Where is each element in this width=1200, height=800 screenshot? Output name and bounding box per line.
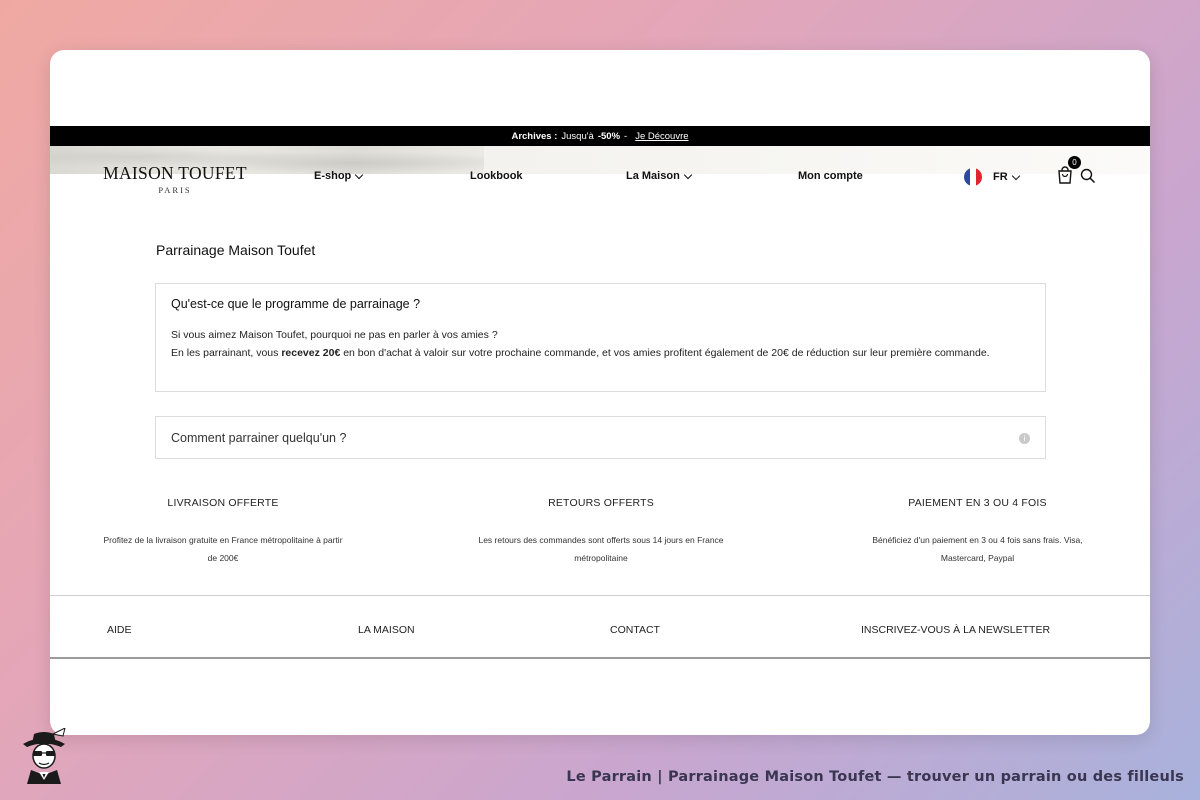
footer-divider xyxy=(50,595,1150,596)
page-caption: Le Parrain | Parrainage Maison Toufet — … xyxy=(566,769,1184,785)
footer-link-la-maison[interactable]: LA MAISON xyxy=(358,624,415,636)
announcement-discount: -50% xyxy=(597,130,621,142)
footer-bottom-divider xyxy=(50,657,1150,659)
faq-question: Comment parrainer quelqu'un ? xyxy=(171,431,347,445)
nav-label: Lookbook xyxy=(470,170,523,182)
nav-label: E-shop xyxy=(314,170,352,182)
nav-label: La Maison xyxy=(626,170,680,182)
feature-description: Les retours des commandes sont offerts s… xyxy=(478,535,724,563)
shopping-bag-icon[interactable] xyxy=(1057,166,1073,184)
nav-la-maison[interactable]: La Maison xyxy=(626,170,693,182)
logo-city: PARIS xyxy=(158,185,192,195)
feature-title: RETOURS OFFERTS xyxy=(548,497,654,509)
feature-title: LIVRAISON OFFERTE xyxy=(167,497,279,509)
language-selector[interactable]: FR xyxy=(964,168,1020,186)
chevron-down-icon xyxy=(1011,171,1020,180)
feature-description: Bénéficiez d'un paiement en 3 ou 4 fois … xyxy=(872,535,1083,563)
footer-link-newsletter[interactable]: INSCRIVEZ-VOUS À LA NEWSLETTER xyxy=(861,624,1050,636)
site-logo[interactable]: MAISON TOUFET PARIS xyxy=(100,163,250,195)
page-title: Parrainage Maison Toufet xyxy=(156,242,316,258)
browser-page: Archives : Jusqu'à -50% - Je Découvre MA… xyxy=(50,50,1150,735)
chevron-down-icon xyxy=(355,170,364,179)
announcement-bar: Archives : Jusqu'à -50% - Je Découvre xyxy=(50,126,1150,146)
language-label: FR xyxy=(993,171,1008,183)
footer-link-contact[interactable]: CONTACT xyxy=(610,624,660,636)
announcement-separator: - xyxy=(624,130,628,142)
search-icon[interactable] xyxy=(1080,168,1096,184)
faq-answer: Si vous aimez Maison Toufet, pourquoi ne… xyxy=(171,327,1011,362)
french-flag-icon xyxy=(964,168,982,186)
mascot-logo-icon xyxy=(23,728,66,784)
announcement-text: Jusqu'à xyxy=(561,130,594,142)
nav-mon-compte[interactable]: Mon compte xyxy=(798,170,863,182)
faq-answer-highlight: recevez 20€ xyxy=(281,346,341,359)
feature-description: Profitez de la livraison gratuite en Fra… xyxy=(103,535,343,563)
announcement-link[interactable]: Je Découvre xyxy=(635,131,688,142)
logo-brand: MAISON TOUFET xyxy=(103,163,247,183)
footer-link-aide[interactable]: AIDE xyxy=(107,624,132,636)
site-header: MAISON TOUFET PARIS E-shop Lookbook La M… xyxy=(50,146,1150,202)
faq-panel-how-to[interactable]: Comment parrainer quelqu'un ? i xyxy=(155,416,1046,459)
info-icon: i xyxy=(1019,433,1030,444)
feature-shipping: LIVRAISON OFFERTE Profitez de la livrais… xyxy=(98,497,348,567)
announcement-label: Archives : xyxy=(511,130,558,142)
feature-payment: PAIEMENT EN 3 OU 4 FOIS Bénéficiez d'un … xyxy=(850,497,1105,567)
chevron-down-icon xyxy=(683,170,693,179)
nav-lookbook[interactable]: Lookbook xyxy=(470,170,523,182)
nav-label: Mon compte xyxy=(798,170,863,182)
feature-title: PAIEMENT EN 3 OU 4 FOIS xyxy=(908,497,1047,509)
faq-answer-line2-start: En les parrainant, vous xyxy=(171,346,282,359)
faq-answer-line1: Si vous aimez Maison Toufet, pourquoi ne… xyxy=(171,329,498,341)
feature-returns: RETOURS OFFERTS Les retours des commande… xyxy=(475,497,727,567)
faq-question: Qu'est-ce que le programme de parrainage… xyxy=(171,297,421,311)
faq-panel-program: Qu'est-ce que le programme de parrainage… xyxy=(155,283,1046,392)
nav-eshop[interactable]: E-shop xyxy=(314,170,364,182)
faq-answer-line2-end: en bon d'achat à valoir sur votre procha… xyxy=(340,346,990,359)
